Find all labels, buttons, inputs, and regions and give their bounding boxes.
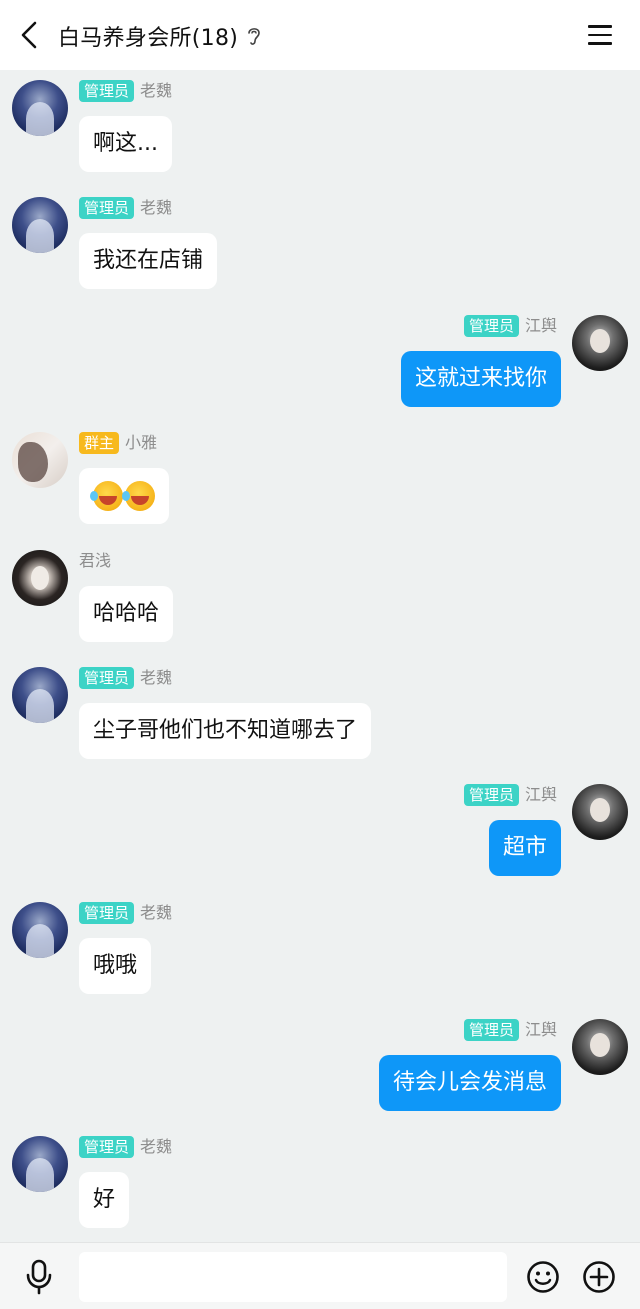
laughing-tears-emoji-icon xyxy=(122,481,155,511)
sender-name: 江舆 xyxy=(524,1020,557,1039)
sender-meta: 管理员 老魏 xyxy=(79,902,172,924)
menu-button[interactable] xyxy=(588,20,618,50)
sender-name: 老魏 xyxy=(140,903,173,922)
message-bubble[interactable]: 这就过来找你 xyxy=(400,351,561,407)
admin-badge: 管理员 xyxy=(463,1019,519,1041)
admin-badge: 管理员 xyxy=(79,197,135,219)
admin-badge: 管理员 xyxy=(79,80,135,102)
message-bubble[interactable]: 待会儿会发消息 xyxy=(378,1055,561,1111)
sender-name: 江舆 xyxy=(524,316,557,335)
avatar[interactable] xyxy=(12,80,68,136)
message-input-bar xyxy=(0,1242,640,1309)
sender-meta: 管理员 老魏 xyxy=(79,197,172,219)
message-bubble[interactable]: 我还在店铺 xyxy=(79,233,218,289)
avatar[interactable] xyxy=(12,432,68,488)
title-area[interactable]: 白马养身会所(18) xyxy=(58,20,262,52)
voice-button[interactable] xyxy=(22,1259,56,1295)
sender-name: 小雅 xyxy=(125,433,158,452)
message-bubble[interactable] xyxy=(79,468,169,524)
sender-name: 君浅 xyxy=(79,551,112,570)
message-bubble[interactable]: 尘子哥他们也不知道哪去了 xyxy=(79,703,372,759)
plus-circle-icon xyxy=(583,1261,615,1293)
sender-meta: 管理员 老魏 xyxy=(79,667,172,689)
avatar[interactable] xyxy=(12,550,68,606)
sender-name: 江舆 xyxy=(524,785,557,804)
chat-message-list[interactable]: 管理员 老魏 啊这... 管理员 老魏 我还在店铺 管理员 江舆 这就过来找你 … xyxy=(0,70,640,1242)
avatar[interactable] xyxy=(12,902,68,958)
admin-badge: 管理员 xyxy=(463,784,519,806)
emoji-button[interactable] xyxy=(526,1260,560,1294)
chat-header: 白马养身会所(18) xyxy=(0,0,640,70)
admin-badge: 管理员 xyxy=(463,315,519,337)
sender-meta: 管理员 老魏 xyxy=(79,80,172,102)
avatar[interactable] xyxy=(572,1019,628,1075)
sender-name: 老魏 xyxy=(140,81,173,100)
avatar[interactable] xyxy=(572,315,628,371)
sender-meta: 管理员 老魏 xyxy=(79,1136,172,1158)
avatar[interactable] xyxy=(12,1136,68,1192)
admin-badge: 管理员 xyxy=(79,667,135,689)
sender-meta: 群主 小雅 xyxy=(79,432,157,454)
sender-name: 老魏 xyxy=(140,1137,173,1156)
message-bubble[interactable]: 超市 xyxy=(488,820,561,876)
sender-meta: 管理员 江舆 xyxy=(463,315,557,337)
message-bubble[interactable]: 哈哈哈 xyxy=(79,586,174,642)
message-input[interactable] xyxy=(79,1252,507,1302)
admin-badge: 管理员 xyxy=(79,1136,135,1158)
sender-name: 老魏 xyxy=(140,198,173,217)
message-bubble[interactable]: 好 xyxy=(79,1172,130,1228)
message-bubble[interactable]: 哦哦 xyxy=(79,938,152,994)
back-button[interactable] xyxy=(12,17,46,53)
chevron-left-icon xyxy=(21,21,37,49)
avatar[interactable] xyxy=(572,784,628,840)
emoji-content xyxy=(90,468,155,524)
message-bubble[interactable]: 啊这... xyxy=(79,116,172,172)
sender-meta: 君浅 xyxy=(79,550,111,572)
microphone-icon xyxy=(26,1259,52,1295)
avatar[interactable] xyxy=(12,197,68,253)
hamburger-menu-icon xyxy=(588,25,612,28)
owner-badge: 群主 xyxy=(79,432,120,454)
sender-meta: 管理员 江舆 xyxy=(463,1019,557,1041)
ear-icon xyxy=(246,25,262,47)
sender-name: 老魏 xyxy=(140,668,173,687)
sender-meta: 管理员 江舆 xyxy=(463,784,557,806)
admin-badge: 管理员 xyxy=(79,902,135,924)
more-button[interactable] xyxy=(582,1260,616,1294)
laughing-tears-emoji-icon xyxy=(90,481,123,511)
smiley-icon xyxy=(527,1261,559,1293)
group-title: 白马养身会所(18) xyxy=(58,26,239,51)
avatar[interactable] xyxy=(12,667,68,723)
